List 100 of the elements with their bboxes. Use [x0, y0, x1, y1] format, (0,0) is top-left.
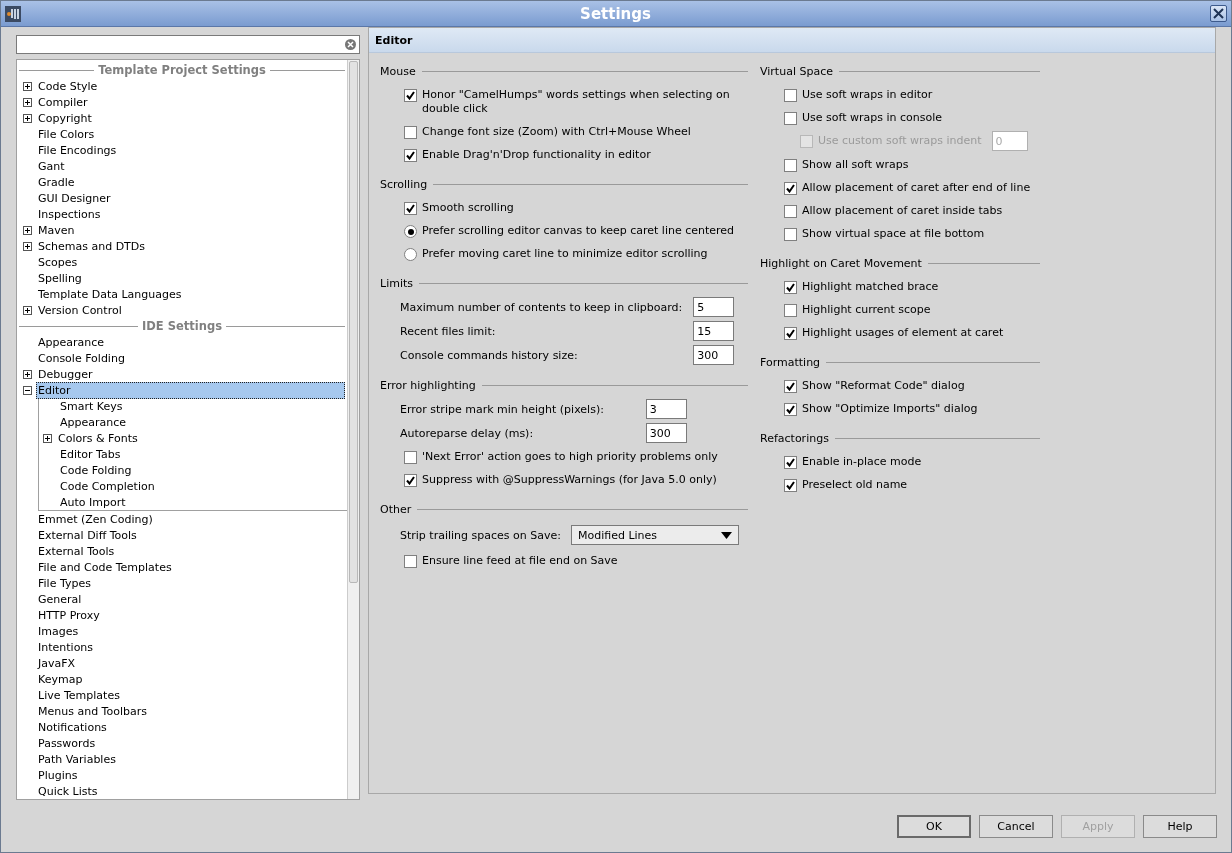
checkbox-label: Ensure line feed at file end on Save — [422, 554, 618, 568]
tree-item[interactable]: Menus and Toolbars — [36, 702, 149, 720]
tree-item[interactable]: Editor Tabs — [58, 445, 123, 463]
checkbox-label: Enable Drag'n'Drop functionality in editor — [422, 148, 651, 162]
checkbox[interactable] — [784, 89, 797, 102]
tree-item[interactable]: Quick Lists — [36, 782, 100, 799]
tree-item[interactable]: Plugins — [36, 766, 80, 784]
tree-item[interactable]: Copyright — [36, 109, 94, 127]
tree-item[interactable]: Smart Keys — [58, 397, 125, 415]
field-label: Recent files limit: — [400, 323, 497, 340]
checkbox[interactable] — [784, 281, 797, 294]
checkbox[interactable] — [784, 380, 797, 393]
checkbox[interactable] — [404, 149, 417, 162]
tree-item[interactable]: File Types — [36, 574, 93, 592]
checkbox[interactable] — [784, 182, 797, 195]
tree-item[interactable]: Spelling — [36, 269, 84, 287]
checkbox-label: 'Next Error' action goes to high priority problems only — [422, 450, 718, 464]
tree-item[interactable]: Version Control — [36, 301, 124, 319]
expand-icon[interactable] — [43, 433, 52, 443]
checkbox[interactable] — [784, 205, 797, 218]
tree-item[interactable]: Intentions — [36, 638, 96, 656]
checkbox[interactable] — [784, 112, 797, 125]
checkbox[interactable] — [404, 451, 417, 464]
checkbox[interactable] — [784, 327, 797, 340]
section-title: Formatting — [760, 355, 821, 369]
tree-item[interactable]: Auto Import — [58, 493, 128, 511]
dialog-button[interactable]: OK — [897, 815, 971, 838]
tree-item[interactable]: Code Completion — [58, 477, 157, 495]
tree-item[interactable]: Gant — [36, 157, 67, 175]
tree-item[interactable]: Appearance — [58, 413, 129, 431]
expand-icon[interactable] — [23, 369, 32, 379]
number-field[interactable]: 3 — [645, 399, 687, 419]
tree-item[interactable]: Maven — [36, 221, 77, 239]
radio-button[interactable] — [404, 248, 417, 261]
tree-item[interactable]: Gradle — [36, 173, 77, 191]
tree-item[interactable]: External Tools — [36, 542, 117, 560]
tree-item[interactable]: File and Code Templates — [36, 558, 174, 576]
search-field[interactable] — [16, 35, 360, 54]
expand-icon[interactable] — [23, 113, 32, 123]
tree-item[interactable]: Live Templates — [36, 686, 122, 704]
checkbox-label: Highlight usages of element at caret — [802, 326, 1004, 340]
scrollbar-thumb[interactable] — [349, 61, 358, 583]
dialog-button[interactable]: Help — [1143, 815, 1217, 838]
checkbox[interactable] — [784, 159, 797, 172]
tree-item[interactable]: Debugger — [36, 365, 95, 383]
tree-item[interactable]: Images — [36, 622, 81, 640]
checkbox[interactable] — [404, 555, 417, 568]
radio-button[interactable] — [404, 225, 417, 238]
expand-icon[interactable] — [23, 97, 32, 107]
checkbox[interactable] — [784, 304, 797, 317]
number-field[interactable]: 15 — [693, 321, 735, 341]
clear-icon[interactable] — [345, 39, 356, 50]
tree-item[interactable]: GUI Designer — [36, 189, 113, 207]
expand-icon[interactable] — [23, 81, 32, 91]
tree-item[interactable]: Passwords — [36, 734, 98, 752]
checkbox-label: Show "Reformat Code" dialog — [802, 379, 965, 393]
close-button[interactable] — [1210, 5, 1227, 22]
checkbox[interactable] — [784, 479, 797, 492]
collapse-icon[interactable] — [23, 385, 32, 395]
number-field[interactable]: 5 — [693, 297, 735, 317]
number-field[interactable]: 300 — [645, 423, 687, 443]
tree-item[interactable]: Appearance — [36, 333, 107, 351]
expand-icon[interactable] — [23, 241, 32, 251]
section-title: Limits — [380, 276, 413, 290]
tree-item[interactable]: Template Data Languages — [36, 285, 184, 303]
tree-item[interactable]: Schemas and DTDs — [36, 237, 148, 255]
tree-item[interactable]: Keymap — [36, 670, 85, 688]
tree-item[interactable]: Colors & Fonts — [56, 429, 140, 447]
tree-item[interactable]: File Colors — [36, 125, 97, 143]
checkbox[interactable] — [404, 202, 417, 215]
panel-title: Editor — [369, 28, 1215, 53]
dropdown[interactable]: Modified Lines — [570, 525, 739, 545]
dialog-button[interactable]: Cancel — [979, 815, 1053, 838]
checkbox-label: Use soft wraps in editor — [802, 88, 933, 102]
tree-item[interactable]: Path Variables — [36, 750, 118, 768]
checkbox[interactable] — [784, 456, 797, 469]
expand-icon[interactable] — [23, 225, 32, 235]
tree-item[interactable]: Scopes — [36, 253, 80, 271]
tree-item[interactable]: Code Folding — [58, 461, 134, 479]
tree-item[interactable]: Compiler — [36, 93, 90, 111]
checkbox[interactable] — [784, 228, 797, 241]
expand-icon[interactable] — [23, 305, 32, 315]
tree-item[interactable]: Code Style — [36, 77, 100, 95]
tree-item[interactable]: Editor — [36, 381, 345, 399]
tree-item[interactable]: Emmet (Zen Coding) — [36, 510, 155, 528]
number-field[interactable]: 300 — [693, 345, 735, 365]
tree-item[interactable]: HTTP Proxy — [36, 606, 102, 624]
checkbox[interactable] — [404, 89, 417, 102]
tree-item[interactable]: Inspections — [36, 205, 103, 223]
checkbox-label: Highlight current scope — [802, 303, 931, 317]
tree-item[interactable]: Console Folding — [36, 349, 127, 367]
tree-item[interactable]: General — [36, 590, 84, 608]
tree-item[interactable]: File Encodings — [36, 141, 119, 159]
tree-item[interactable]: Notifications — [36, 718, 109, 736]
checkbox[interactable] — [404, 474, 417, 487]
checkbox[interactable] — [784, 403, 797, 416]
checkbox[interactable] — [404, 126, 417, 139]
tree-item[interactable]: External Diff Tools — [36, 526, 139, 544]
tree-item[interactable]: JavaFX — [36, 654, 78, 672]
window-title: Settings — [579, 4, 652, 23]
